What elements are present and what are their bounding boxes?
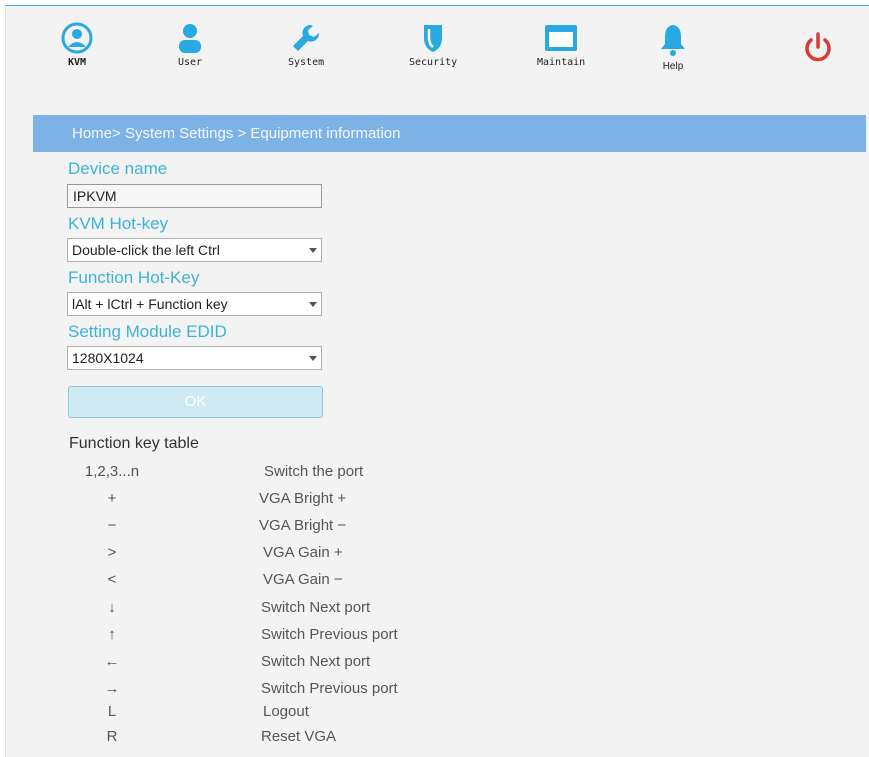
- function-hotkey-value: lAlt + lCtrl + Function key: [72, 296, 228, 312]
- fk-desc: Switch Next port: [261, 653, 371, 670]
- table-row: > VGA Gain +: [6, 544, 506, 566]
- nav-item-help[interactable]: Help: [656, 22, 690, 72]
- nav-label-help: Help: [662, 61, 684, 72]
- fk-desc: VGA Bright +: [259, 490, 347, 507]
- nav-label-kvm: KVM: [67, 57, 87, 68]
- table-row: ↑ Switch Previous port: [6, 626, 506, 648]
- nav-item-user[interactable]: User: [173, 22, 207, 68]
- fk-desc: Logout: [263, 703, 309, 720]
- user-icon: [173, 22, 207, 54]
- fk-desc: Switch Previous port: [261, 626, 398, 643]
- ok-button[interactable]: OK: [68, 386, 323, 418]
- kvm-hotkey-label: KVM Hot-key: [68, 214, 169, 233]
- fk-desc: VGA Bright −: [259, 517, 347, 534]
- table-row: → Switch Previous port: [6, 680, 506, 702]
- fk-key: <: [107, 571, 117, 588]
- nav-label-maintain: Maintain: [537, 57, 586, 68]
- page-frame: KVM User System Security Maintain Help H…: [5, 5, 869, 757]
- monitor-icon: [537, 22, 585, 54]
- edid-label: Setting Module EDID: [68, 322, 227, 341]
- kvm-hotkey-select[interactable]: Double-click the left Ctrl: [67, 238, 322, 262]
- function-hotkey-label: Function Hot-Key: [68, 268, 200, 287]
- chevron-down-icon: [309, 356, 317, 361]
- fk-key: →: [104, 680, 120, 697]
- shield-icon: [409, 22, 457, 54]
- table-row: + VGA Bright +: [6, 490, 506, 512]
- fk-key: ↓: [108, 599, 116, 616]
- table-row: − VGA Bright −: [6, 517, 506, 539]
- nav-item-security[interactable]: Security: [409, 22, 457, 68]
- nav-label-system: System: [288, 57, 325, 68]
- table-row: < VGA Gain −: [6, 571, 506, 593]
- kvm-user-circle-icon: [60, 22, 94, 54]
- table-row: L Logout: [6, 703, 506, 725]
- device-name-label: Device name: [68, 159, 168, 178]
- fk-desc: Switch Next port: [261, 599, 371, 616]
- function-hotkey-select[interactable]: lAlt + lCtrl + Function key: [67, 292, 322, 316]
- edid-select[interactable]: 1280X1024: [67, 346, 322, 370]
- logout-button[interactable]: [803, 31, 833, 68]
- fk-key: >: [107, 544, 117, 561]
- nav-item-kvm[interactable]: KVM: [60, 22, 94, 68]
- fk-key: ←: [104, 653, 120, 670]
- table-row: 1,2,3...n Switch the port: [6, 463, 506, 485]
- nav-item-system[interactable]: System: [288, 22, 324, 68]
- fk-key: ↑: [108, 626, 116, 643]
- fk-key: 1,2,3...n: [84, 463, 140, 480]
- fk-key: R: [106, 728, 118, 745]
- fk-desc: Reset VGA: [261, 728, 337, 745]
- fk-key: +: [107, 490, 117, 507]
- breadcrumb: Home> System Settings > Equipment inform…: [33, 115, 866, 152]
- bell-icon: [656, 22, 690, 58]
- nav-label-security: Security: [409, 57, 458, 68]
- fk-key: −: [107, 517, 117, 534]
- table-row: ← Switch Next port: [6, 653, 506, 675]
- fk-desc: Switch the port: [264, 463, 364, 480]
- fk-key: L: [107, 703, 117, 720]
- chevron-down-icon: [309, 248, 317, 253]
- nav-item-maintain[interactable]: Maintain: [537, 22, 585, 68]
- fk-desc: VGA Gain −: [263, 571, 343, 588]
- chevron-down-icon: [309, 302, 317, 307]
- nav-label-user: User: [177, 57, 203, 68]
- function-key-table-title: Function key table: [69, 435, 199, 452]
- kvm-hotkey-value: Double-click the left Ctrl: [72, 242, 220, 258]
- table-row: R Reset VGA: [6, 728, 506, 750]
- wrench-icon: [288, 22, 324, 54]
- power-icon: [803, 32, 833, 67]
- table-row: ↓ Switch Next port: [6, 599, 506, 621]
- edid-value: 1280X1024: [72, 350, 144, 366]
- fk-desc: Switch Previous port: [261, 680, 398, 697]
- top-navigation: KVM User System Security Maintain Help: [6, 6, 869, 96]
- device-name-input[interactable]: [67, 184, 322, 208]
- fk-desc: VGA Gain +: [263, 544, 343, 561]
